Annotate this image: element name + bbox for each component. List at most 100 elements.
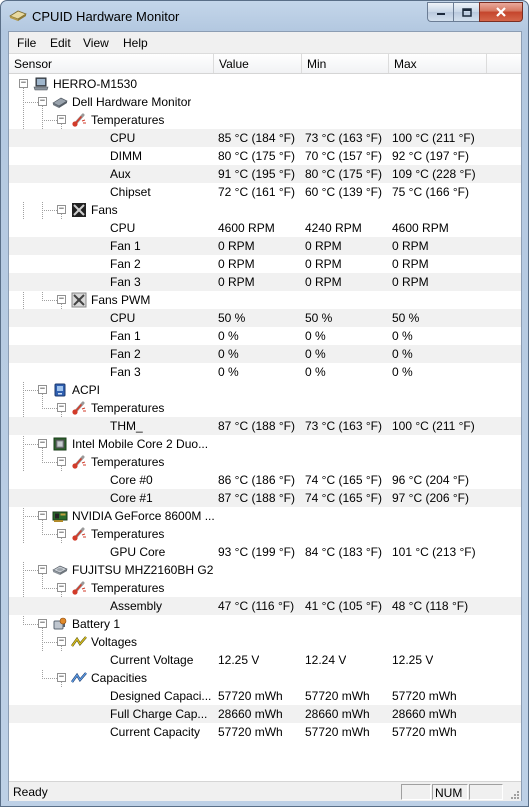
sensor-row[interactable]: CPU 50 % 50 % 50 % [9,309,521,327]
tree-node-herro-m1530[interactable]: − HERRO-M1530 [9,75,521,93]
menu-help[interactable]: Help [123,36,148,50]
sensor-row[interactable]: Fan 3 0 RPM 0 RPM 0 RPM [9,273,521,291]
sensor-name: CPU [110,131,136,145]
sensor-row[interactable]: Assembly 47 °C (116 °F) 41 °C (105 °F) 48 °… [9,597,521,615]
tree-node-fans[interactable]: − Fans [9,201,521,219]
sensor-row[interactable]: CPU 85 °C (184 °F) 73 °C (163 °F) 100 °C (2… [9,129,521,147]
sensor-row[interactable]: Fan 1 0 RPM 0 RPM 0 RPM [9,237,521,255]
thermometer-icon [72,527,86,541]
sensor-row[interactable]: Aux 91 °C (195 °F) 80 °C (175 °F) 109 °C (2… [9,165,521,183]
gpu-icon [52,511,68,522]
collapse-toggle[interactable]: − [57,673,66,682]
minimize-button[interactable] [427,2,453,22]
tree-node-nvidia-geforce-8600m[interactable]: − NVIDIA GeForce 8600M ... [9,507,521,525]
node-label: Intel Mobile Core 2 Duo... [72,437,209,451]
column-header-sensor[interactable]: Sensor [9,54,214,73]
title-bar[interactable]: CPUID Hardware Monitor [1,1,528,31]
sensor-row[interactable]: Fan 1 0 % 0 % 0 % [9,327,521,345]
collapse-toggle[interactable]: − [38,511,47,520]
tree-node-intel-mobile-core-2-duo[interactable]: − Intel Mobile Core 2 Duo... [9,435,521,453]
sensor-row[interactable]: DIMM 80 °C (175 °F) 70 °C (157 °F) 92 °C (1… [9,147,521,165]
sensor-min: 4240 RPM [305,221,362,235]
tree-node-fujitsu-mhz2160bh-g2[interactable]: − FUJITSU MHZ2160BH G2 [9,561,521,579]
maximize-button[interactable] [453,2,479,22]
menu-edit[interactable]: Edit [50,36,71,50]
sensor-row[interactable]: Core #1 87 °C (188 °F) 74 °C (165 °F) 97 °C… [9,489,521,507]
maximize-icon [461,7,472,17]
sensor-row[interactable]: Current Capacity 57720 mWh 57720 mWh 57720 … [9,723,521,741]
sensor-row[interactable]: Fan 2 0 % 0 % 0 % [9,345,521,363]
node-label: Dell Hardware Monitor [72,95,192,109]
sensor-max: 75 °C (166 °F) [392,185,469,199]
collapse-toggle[interactable]: − [38,619,47,628]
collapse-toggle[interactable]: − [57,583,66,592]
tree-node-temperatures[interactable]: − Temperatures [9,399,521,417]
sensor-name: THM_ [110,419,143,433]
sensor-max: 0 RPM [392,239,429,253]
sensor-value: 87 °C (188 °F) [218,491,295,505]
menu-file[interactable]: File [17,36,36,50]
tree-node-temperatures[interactable]: − Temperatures [9,453,521,471]
sensor-max: 0 % [392,347,413,361]
window-title: CPUID Hardware Monitor [32,9,180,24]
collapse-toggle[interactable]: − [57,115,66,124]
sensor-max: 50 % [392,311,420,325]
node-label: Temperatures [91,581,165,595]
status-panel-scroll [469,784,503,800]
column-header-max[interactable]: Max [389,54,487,73]
sensor-row[interactable]: Chipset 72 °C (161 °F) 60 °C (139 °F) 75 °C… [9,183,521,201]
tree-node-capacities[interactable]: − Capacities [9,669,521,687]
tree-node-temperatures[interactable]: − Temperatures [9,525,521,543]
collapse-toggle[interactable]: − [38,385,47,394]
sensor-min: 41 °C (105 °F) [305,599,382,613]
tree-node-voltages[interactable]: − Voltages [9,633,521,651]
node-label: HERRO-M1530 [53,77,138,91]
sensor-row[interactable]: CPU 4600 RPM 4240 RPM 4600 RPM [9,219,521,237]
sensor-name: Fan 1 [110,239,141,253]
tree-node-temperatures[interactable]: − Temperatures [9,111,521,129]
tree-node-dell-hardware-monitor[interactable]: − Dell Hardware Monitor [9,93,521,111]
node-label: NVIDIA GeForce 8600M ... [72,509,215,523]
node-label: Voltages [91,635,138,649]
tree-node-acpi[interactable]: − ACPI [9,381,521,399]
sensor-name: Fan 3 [110,275,141,289]
tree-node-fans-pwm[interactable]: − Fans PWM [9,291,521,309]
sensor-max: 100 °C (211 °F) [392,419,475,433]
close-button[interactable] [479,2,523,22]
sensor-row[interactable]: Current Voltage 12.25 V 12.24 V 12.25 V [9,651,521,669]
sensor-row[interactable]: Fan 3 0 % 0 % 0 % [9,363,521,381]
sensor-row[interactable]: Full Charge Cap... 28660 mWh 28660 mWh 2866… [9,705,521,723]
column-header-value[interactable]: Value [214,54,302,73]
sensor-tree[interactable]: − HERRO-M1530− Dell Hardware Monitor − Tempe… [9,75,521,781]
sensor-row[interactable]: GPU Core 93 °C (199 °F) 84 °C (183 °F) 101 … [9,543,521,561]
sensor-row[interactable]: Designed Capaci... 57720 mWh 57720 mWh 5772… [9,687,521,705]
node-label: Temperatures [91,455,165,469]
sensor-row[interactable]: THM_ 87 °C (188 °F) 73 °C (163 °F) 100 °C (… [9,417,521,435]
sensor-row[interactable]: Fan 2 0 RPM 0 RPM 0 RPM [9,255,521,273]
collapse-toggle[interactable]: − [57,403,66,412]
menu-view[interactable]: View [83,36,109,50]
collapse-toggle[interactable]: − [57,457,66,466]
collapse-toggle[interactable]: − [57,637,66,646]
sensor-value: 91 °C (195 °F) [218,167,295,181]
tree-node-temperatures[interactable]: − Temperatures [9,579,521,597]
tree-node-battery-1[interactable]: − Battery 1 [9,615,521,633]
collapse-toggle[interactable]: − [38,97,47,106]
collapse-toggle[interactable]: − [57,295,66,304]
collapse-toggle[interactable]: − [38,565,47,574]
collapse-toggle[interactable]: − [38,439,47,448]
sensor-min: 0 % [305,365,326,379]
node-label: Temperatures [91,113,165,127]
sensor-min: 70 °C (157 °F) [305,149,382,163]
sensor-row[interactable]: Core #0 86 °C (186 °F) 74 °C (165 °F) 96 °C… [9,471,521,489]
resize-grip-icon[interactable] [508,788,520,800]
column-header-min[interactable]: Min [302,54,389,73]
collapse-toggle[interactable]: − [57,529,66,538]
collapse-toggle[interactable]: − [57,205,66,214]
node-label: ACPI [72,383,101,397]
sensor-min: 12.24 V [305,653,347,667]
sensor-name: Fan 3 [110,365,141,379]
sensor-max: 12.25 V [392,653,434,667]
sensor-min: 0 RPM [305,275,342,289]
collapse-toggle[interactable]: − [19,79,28,88]
